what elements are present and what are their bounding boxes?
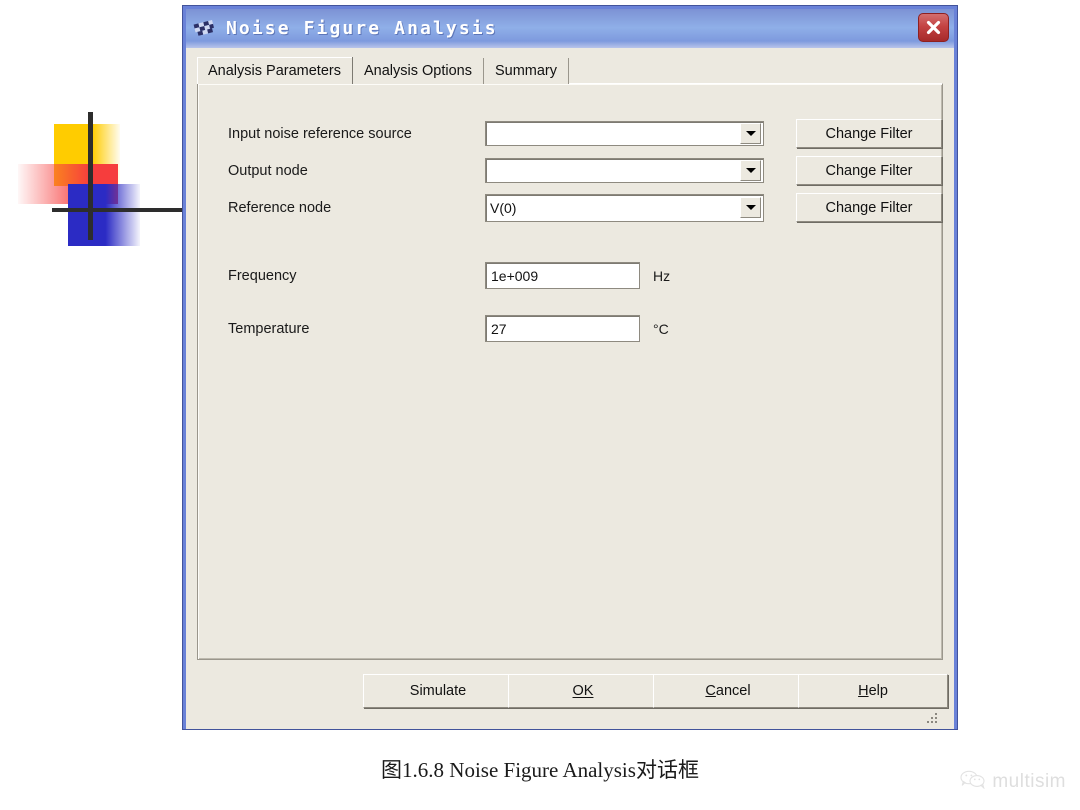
noise-figure-analysis-dialog: Noise Figure Analysis Analysis Parameter…: [183, 6, 957, 729]
simulate-button[interactable]: Simulate: [363, 674, 513, 708]
chevron-down-icon[interactable]: [740, 160, 761, 181]
resize-grip[interactable]: [926, 713, 939, 726]
checkered-flag-icon: [192, 18, 218, 40]
title-bar[interactable]: Noise Figure Analysis: [186, 9, 954, 48]
tab-strip: Analysis Parameters Analysis Options Sum…: [197, 57, 943, 84]
tab-label: Analysis Options: [363, 63, 472, 79]
label-input-noise-reference-source: Input noise reference source: [228, 125, 412, 142]
deco-horizontal-line: [52, 208, 190, 212]
row-output-node: Output node Change Filter: [228, 156, 943, 185]
watermark: multisim: [960, 770, 1066, 794]
row-input-noise-reference-source: Input noise reference source Change Filt…: [228, 119, 943, 148]
frequency-unit: Hz: [653, 267, 671, 284]
ok-button[interactable]: OK: [508, 674, 658, 708]
tab-analysis-options[interactable]: Analysis Options: [352, 58, 484, 84]
close-icon[interactable]: [918, 13, 949, 42]
combobox-value: V(0): [490, 199, 517, 216]
button-label: Simulate: [409, 683, 467, 699]
wechat-icon: [960, 770, 986, 794]
help-button[interactable]: Help: [798, 674, 948, 708]
row-reference-node: Reference node V(0) Change Filter: [228, 193, 943, 222]
tab-page-analysis-parameters: Input noise reference source Change Filt…: [197, 83, 943, 660]
button-label: OK: [572, 683, 594, 699]
deco-blue-square: [68, 184, 140, 246]
button-label: Change Filter: [825, 125, 913, 142]
deco-vertical-line: [88, 112, 93, 240]
change-filter-button-2[interactable]: Change Filter: [796, 156, 942, 185]
combobox-output-node[interactable]: [485, 158, 764, 183]
change-filter-button-3[interactable]: Change Filter: [796, 193, 942, 222]
change-filter-button-1[interactable]: Change Filter: [796, 119, 942, 148]
button-label: Change Filter: [825, 199, 913, 216]
chevron-down-icon[interactable]: [740, 197, 761, 218]
decorative-graphic: [18, 112, 193, 252]
dialog-body: Analysis Parameters Analysis Options Sum…: [186, 48, 954, 729]
page-root: Noise Figure Analysis Analysis Parameter…: [0, 0, 1080, 810]
tab-label: Summary: [494, 63, 558, 79]
row-frequency: Frequency 1e+009 Hz: [228, 262, 670, 289]
temperature-value: 27: [491, 320, 507, 337]
dialog-footer: Simulate OK Cancel Help: [197, 657, 948, 729]
figure-caption: 图1.6.8 Noise Figure Analysis对话框: [381, 758, 699, 782]
watermark-text: multisim: [992, 771, 1066, 792]
frequency-input[interactable]: 1e+009: [485, 262, 640, 289]
combobox-input-noise-reference-source[interactable]: [485, 121, 764, 146]
cancel-button[interactable]: Cancel: [653, 674, 803, 708]
combobox-reference-node[interactable]: V(0): [485, 193, 764, 222]
tab-label: Analysis Parameters: [208, 62, 341, 79]
label-frequency: Frequency: [228, 267, 297, 284]
tab-summary[interactable]: Summary: [483, 58, 570, 84]
chevron-down-icon[interactable]: [740, 123, 761, 144]
label-temperature: Temperature: [228, 320, 310, 337]
tab-analysis-parameters[interactable]: Analysis Parameters: [197, 57, 353, 84]
label-output-node: Output node: [228, 162, 308, 179]
button-label: Help: [858, 683, 888, 699]
button-label: Cancel: [705, 683, 751, 699]
temperature-unit: °C: [653, 320, 669, 337]
label-reference-node: Reference node: [228, 199, 332, 216]
window-title: Noise Figure Analysis: [226, 18, 498, 39]
row-temperature: Temperature 27 °C: [228, 315, 669, 342]
button-label: Change Filter: [825, 162, 913, 179]
frequency-value: 1e+009: [491, 267, 539, 284]
temperature-input[interactable]: 27: [485, 315, 640, 342]
